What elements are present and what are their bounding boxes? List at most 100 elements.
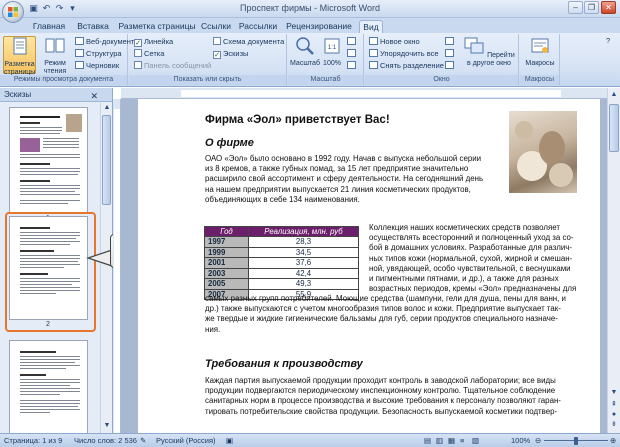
- zoom-100-icon: 1:1: [324, 38, 340, 54]
- zoom-out-icon[interactable]: ⊖: [535, 434, 541, 447]
- scroll-up-icon[interactable]: ▲: [102, 103, 112, 113]
- page-thumbnail-3[interactable]: [9, 340, 88, 433]
- scroll-up-icon[interactable]: ▲: [609, 90, 619, 100]
- switch-window-button[interactable]: Перейти в другое окно: [461, 36, 517, 74]
- text-line: ной, увядающей, особо чувствительной, с …: [369, 263, 571, 273]
- thumbnails-checkbox[interactable]: ✓ Эскизы: [213, 48, 248, 59]
- view-full-screen-icon[interactable]: ▥: [436, 434, 443, 447]
- side-by-side-button[interactable]: [445, 36, 456, 47]
- one-page-button[interactable]: [347, 36, 358, 47]
- document-page[interactable]: Фирма «Эол» приветствует Вас! О фирме ОА…: [138, 99, 600, 433]
- zoom-100-button[interactable]: 1:1 100%: [321, 36, 343, 74]
- word-count[interactable]: Число слов: 2 536: [74, 434, 137, 447]
- group-label-view-modes: Режимы просмотра документа: [0, 75, 127, 85]
- remove-split-label: Снять разделение: [380, 61, 444, 70]
- text-line: Каждая партия выпускаемой продукции прох…: [205, 376, 556, 385]
- view-print-layout-icon[interactable]: ▤: [424, 434, 431, 447]
- reading-mode-label: Режим чтения: [43, 60, 67, 75]
- document-scrollbar[interactable]: ▲ ▼ ⇞ ● ⇟: [607, 88, 620, 433]
- tab-mailings[interactable]: Рассылки: [238, 20, 278, 33]
- reset-position-icon: [445, 61, 454, 69]
- next-page-icon[interactable]: ⇟: [609, 420, 619, 430]
- text-line: самых разных групп потребителей. Моющие …: [205, 294, 566, 303]
- vertical-ruler[interactable]: [113, 99, 121, 433]
- group-label-macros: Макросы: [520, 75, 559, 85]
- view-draft-icon[interactable]: ▧: [472, 434, 479, 447]
- new-window-button[interactable]: Новое окно: [369, 36, 420, 47]
- close-icon[interactable]: ✕: [90, 89, 98, 103]
- text-line: возрастных периодов, кремы «Эол» предназ…: [369, 284, 577, 294]
- table-cell: 49,3: [248, 278, 359, 290]
- document-scroll-thumb[interactable]: [609, 104, 619, 152]
- minimize-button[interactable]: –: [568, 1, 583, 14]
- table-row: 1999 34,5: [204, 246, 359, 258]
- two-pages-icon: [347, 49, 356, 57]
- page-layout-button[interactable]: Разметка страницы: [3, 36, 36, 76]
- doc-map-label: Схема документа: [223, 37, 285, 46]
- restore-button[interactable]: ❐: [584, 1, 599, 14]
- office-logo-icon: [8, 7, 18, 17]
- sync-scroll-icon: [445, 49, 454, 57]
- tab-insert[interactable]: Вставка: [74, 20, 112, 33]
- reading-mode-button[interactable]: Режим чтения: [38, 36, 72, 75]
- close-button[interactable]: ✕: [601, 1, 616, 14]
- thumbnails-title: Эскизы: [4, 90, 32, 99]
- collection-paragraph-full: самых разных групп потребителей. Моющие …: [205, 294, 585, 335]
- view-web-icon[interactable]: ▦: [448, 434, 455, 447]
- zoom-slider-knob[interactable]: [574, 437, 578, 445]
- text-line: и пигментными пятнами, и др.), а также д…: [369, 274, 559, 284]
- track-icon[interactable]: ▣: [226, 434, 233, 447]
- outline-button[interactable]: Структура: [75, 48, 122, 59]
- group-window: Новое окно Упорядочить все Снять разделе…: [365, 34, 519, 85]
- draft-button[interactable]: Черновик: [75, 60, 119, 71]
- text-line: Коллекция наших косметических средств по…: [369, 223, 560, 232]
- scroll-down-icon[interactable]: ▼: [102, 421, 112, 431]
- thumbnails-scroll-thumb[interactable]: [102, 115, 111, 205]
- page-width-button[interactable]: [347, 60, 358, 71]
- text-line: ния.: [205, 324, 221, 334]
- sync-scroll-button[interactable]: [445, 48, 456, 59]
- zoom-button[interactable]: Масштаб: [290, 36, 320, 74]
- proofing-icon[interactable]: ✎: [140, 434, 146, 447]
- help-icon[interactable]: ?: [606, 35, 610, 46]
- tab-review[interactable]: Рецензирование: [284, 20, 354, 33]
- text-line: ных типов кожи (нормальной, сухой, жирно…: [369, 253, 573, 263]
- switch-window-icon: [464, 37, 484, 54]
- ruler-checkbox[interactable]: ✓ Линейка: [134, 36, 173, 47]
- office-button[interactable]: [2, 1, 24, 23]
- scroll-down-icon[interactable]: ▼: [609, 388, 619, 398]
- title-bar: ▣ ↶ ↷ ▾ Проспект фирмы - Microsoft Word …: [0, 0, 620, 18]
- grid-label: Сетка: [144, 49, 165, 58]
- tab-page-layout[interactable]: Разметка страницы: [117, 20, 197, 33]
- thumbnails-header: Эскизы ✕: [0, 88, 112, 102]
- view-outline-icon[interactable]: ≡: [460, 434, 464, 447]
- collection-paragraph-right: Коллекция наших косметических средств по…: [369, 223, 584, 294]
- page-count[interactable]: Страница: 1 из 9: [4, 434, 62, 447]
- cosmetics-photo: [509, 111, 577, 193]
- text-line: санитарных норм в процессе производства …: [205, 396, 561, 406]
- macros-icon: [531, 38, 549, 53]
- page-thumbnail-2[interactable]: [9, 216, 88, 320]
- tab-view[interactable]: Вид: [359, 20, 383, 33]
- draft-label: Черновик: [86, 61, 120, 70]
- remove-split-button[interactable]: Снять разделение: [369, 60, 444, 71]
- macros-button[interactable]: Макросы: [523, 36, 557, 74]
- web-layout-label: Веб-документ: [86, 37, 135, 46]
- table-header: Реализация, млн. руб: [248, 226, 359, 237]
- grid-checkbox[interactable]: Сетка: [134, 48, 164, 59]
- select-browse-object-icon[interactable]: ●: [609, 410, 619, 420]
- web-layout-button[interactable]: Веб-документ: [75, 36, 134, 47]
- reset-position-button[interactable]: [445, 60, 456, 71]
- tab-references[interactable]: Ссылки: [200, 20, 232, 33]
- group-label-window: Окно: [365, 75, 518, 85]
- horizontal-ruler[interactable]: [121, 88, 607, 99]
- page-thumbnail-1[interactable]: [9, 107, 88, 214]
- zoom-level[interactable]: 100%: [511, 434, 530, 447]
- language[interactable]: Русский (Россия): [156, 434, 216, 447]
- tab-home[interactable]: Главная: [31, 20, 67, 33]
- doc-map-checkbox[interactable]: Схема документа: [213, 36, 284, 47]
- zoom-in-icon[interactable]: ⊕: [610, 434, 616, 447]
- arrange-all-button[interactable]: Упорядочить все: [369, 48, 439, 59]
- two-pages-button[interactable]: [347, 48, 358, 59]
- previous-page-icon[interactable]: ⇞: [609, 400, 619, 410]
